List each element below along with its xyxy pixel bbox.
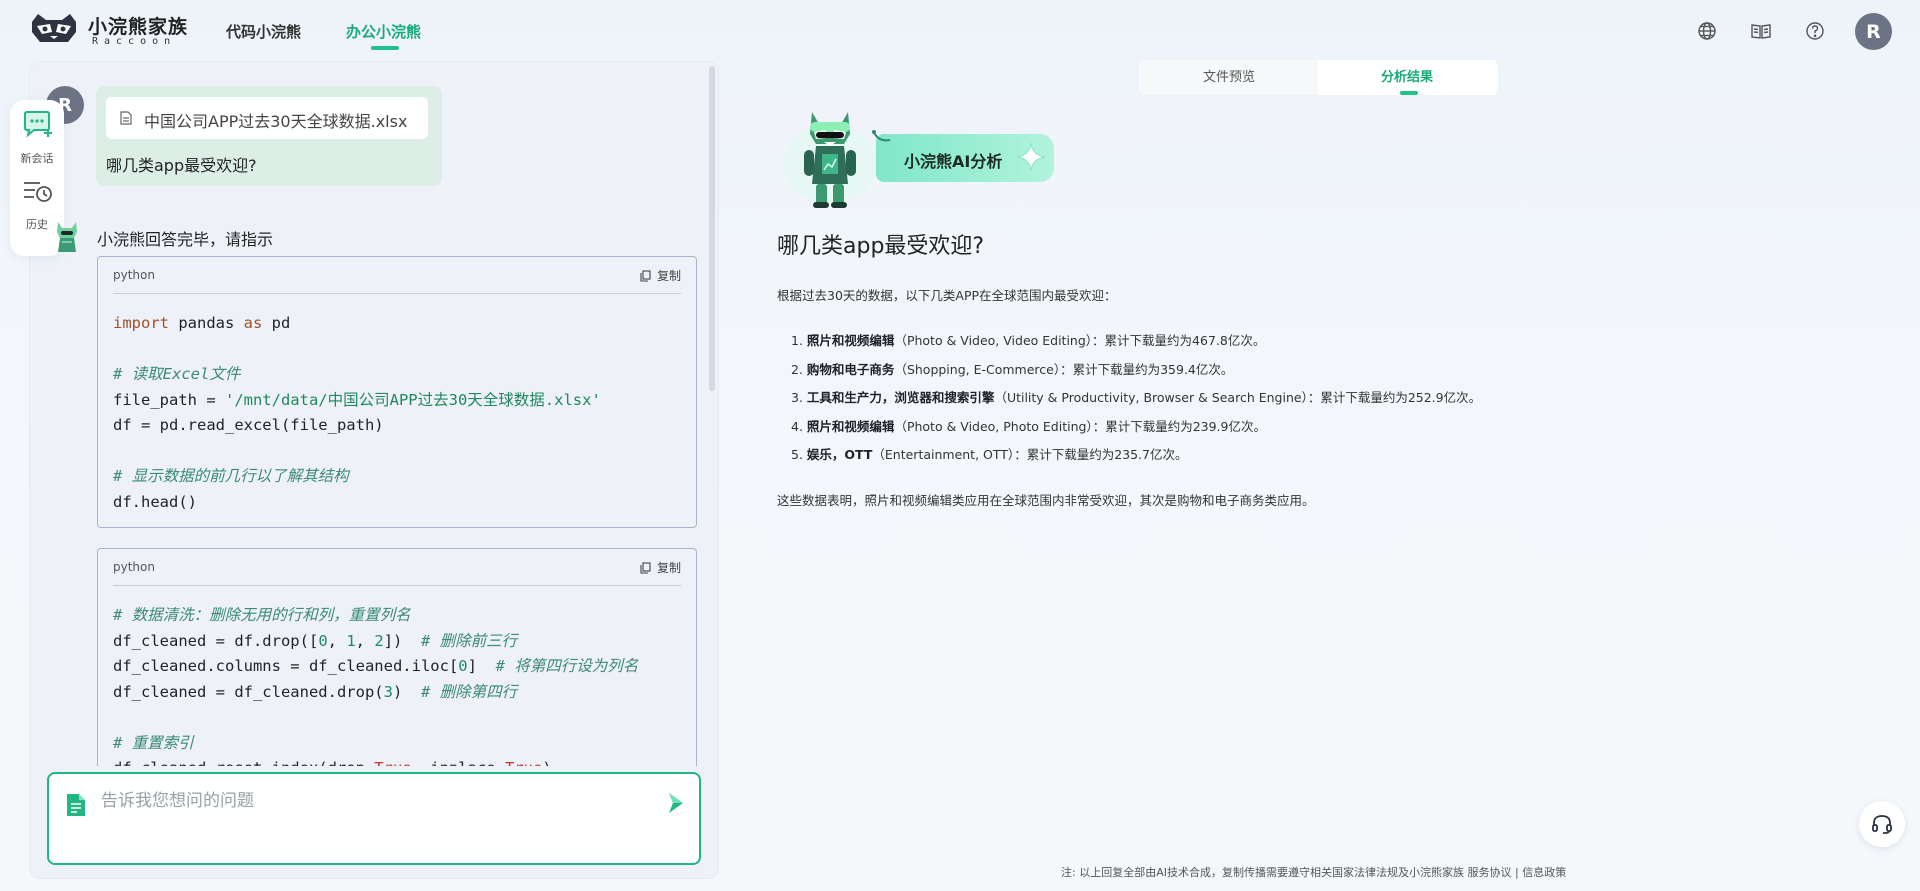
history-icon [24,182,52,202]
attached-file-chip[interactable]: 中国公司APP过去30天全球数据.xlsx [106,97,428,139]
chat-input-box [47,772,701,865]
ai-analysis-badge: 小浣熊AI分析 [872,130,1054,182]
copy-icon [640,562,651,574]
result-conclusion: 这些数据表明，照片和视频编辑类应用在全球范围内非常受欢迎，其次是购物和电子商务类… [777,493,1315,508]
top-header: 小浣熊家族 Raccoon 代码小浣熊 办公小浣熊 R [0,0,1920,62]
sparkle-icon [1016,142,1046,172]
tab-file-preview[interactable]: 文件预览 [1140,60,1318,95]
result-tab-switch: 文件预览 分析结果 [1139,60,1498,95]
copy-code-button[interactable]: 复制 [640,559,681,576]
result-intro: 根据过去30天的数据，以下几类APP在全球范围内最受欢迎： [777,288,1117,303]
copy-code-button[interactable]: 复制 [640,267,681,284]
service-agreement-link[interactable]: 服务协议 [1467,866,1511,879]
nav-tab-office-raccoon[interactable]: 办公小浣熊 [346,21,421,42]
code-content: import pandas as pd # 读取Excel文件 file_pat… [113,314,601,511]
tab-active-indicator [1400,91,1418,95]
raccoon-logo[interactable]: 小浣熊家族 Raccoon [28,10,188,50]
customer-support-button[interactable] [1859,801,1905,847]
globe-icon[interactable] [1694,18,1720,44]
user-message-bubble: 中国公司APP过去30天全球数据.xlsx 哪几类app最受欢迎? [96,86,442,186]
code-language: python [113,560,155,574]
list-item: 3. 工具和生产力，浏览器和搜索引擎（Utility & Productivit… [791,390,1482,405]
nav-active-indicator [371,46,399,50]
user-question: 哪几类app最受欢迎? [106,156,257,175]
footer-note: 注: 以上回复全部由AI技术合成，复制传播需要遵守相关国家法律法规及小浣熊家族 [1061,866,1464,879]
raccoon-mascot-icon [784,112,876,208]
list-item: 1. 照片和视频编辑（Photo & Video, Video Editing）… [791,333,1266,348]
new-chat-button[interactable]: 新会话 [10,106,64,170]
headset-icon [1872,815,1892,834]
leaf-icon [872,130,891,142]
code-language: python [113,268,155,282]
chat-input[interactable] [101,788,621,814]
ai-analysis-badge-text: 小浣熊AI分析 [904,152,1003,171]
new-chat-icon [24,111,52,138]
info-policy-link[interactable]: 信息政策 [1522,866,1566,879]
logo-title: 小浣熊家族 [88,16,189,38]
code-block-header: python 复制 [113,549,681,586]
raccoon-bot-avatar [57,222,77,252]
footer-separator: | [1514,866,1519,879]
logo-subtitle: Raccoon [92,36,177,47]
book-icon[interactable] [1748,18,1774,44]
bot-message: 小浣熊回答完毕，请指示 [97,230,274,249]
nav-tab-code-raccoon[interactable]: 代码小浣熊 [226,21,301,42]
code-block-1: python 复制 import pandas as pd # 读取Excel文… [97,256,697,528]
chat-scrollbar[interactable] [709,66,715,391]
footer-disclaimer: 注: 以上回复全部由AI技术合成，复制传播需要遵守相关国家法律法规及小浣熊家族 … [1061,864,1566,880]
attached-file-name: 中国公司APP过去30天全球数据.xlsx [144,112,408,131]
code-content: # 数据清洗：删除无用的行和列，重置列名 df_cleaned = df.dro… [113,606,639,766]
result-title: 哪几类app最受欢迎? [777,234,985,259]
new-chat-label: 新会话 [20,152,54,165]
help-icon[interactable] [1802,18,1828,44]
tab-analysis-result[interactable]: 分析结果 [1318,60,1496,95]
send-icon[interactable] [663,790,689,816]
raccoon-logo-icon [32,14,76,42]
user-avatar-header[interactable]: R [1855,13,1892,50]
copy-icon [640,270,651,282]
list-item: 4. 照片和视频编辑（Photo & Video, Photo Editing）… [791,418,1266,434]
list-item: 2. 购物和电子商务（Shopping, E-Commerce）：累计下载量约为… [791,361,1234,377]
result-list: 1. 照片和视频编辑（Photo & Video, Video Editing）… [791,330,1481,473]
code-block-2: python 复制 # 数据清洗：删除无用的行和列，重置列名 df_cleane… [97,548,697,766]
copy-label: 复制 [656,561,681,575]
copy-label: 复制 [656,269,681,283]
code-block-header: python 复制 [113,257,681,294]
document-icon[interactable] [65,792,87,818]
list-item: 5. 娱乐，OTT（Entertainment, OTT）：累计下载量约为235… [791,447,1188,462]
file-icon [120,111,132,125]
